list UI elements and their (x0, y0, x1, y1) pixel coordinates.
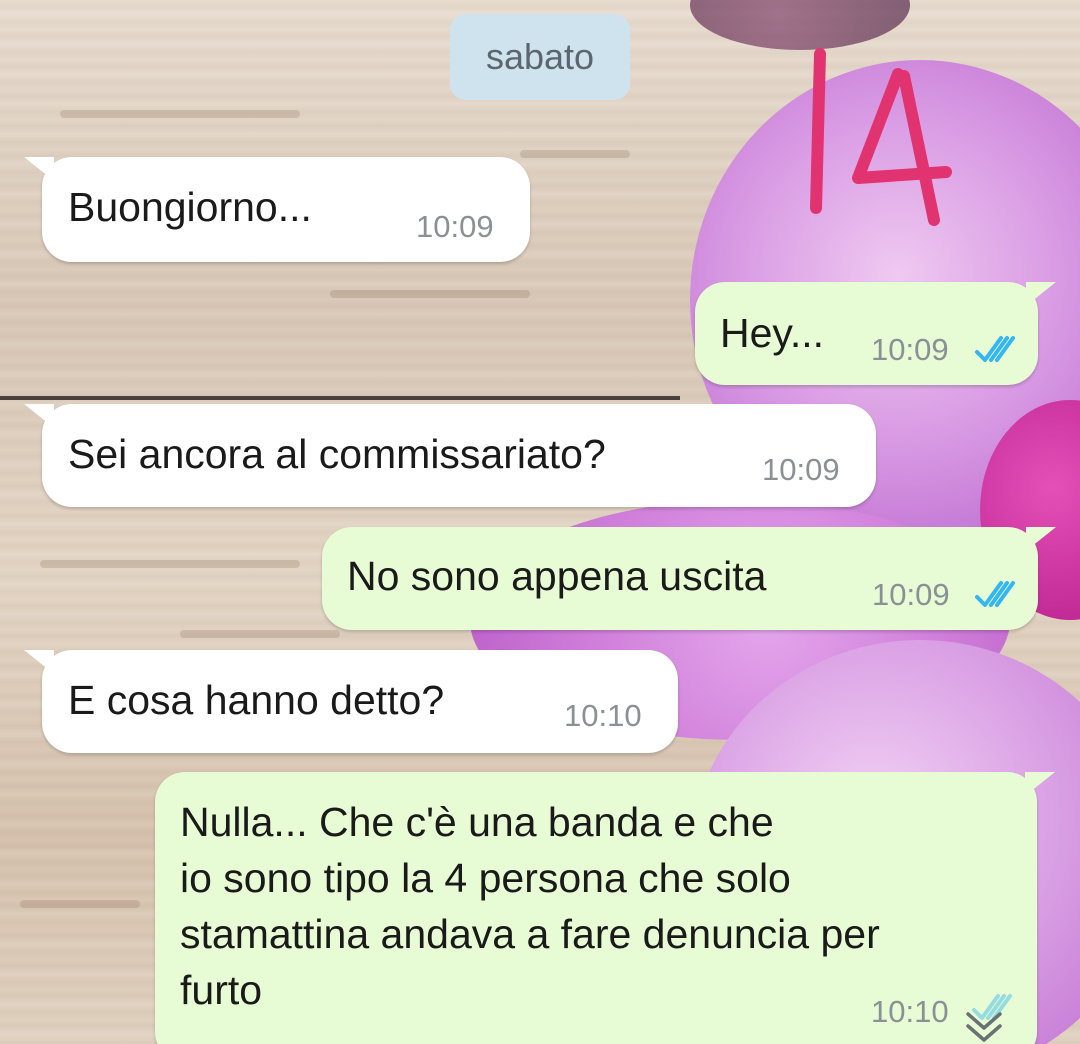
outgoing-message-bubble[interactable]: Hey... 10:09 (695, 282, 1056, 385)
wood-grain (60, 110, 300, 118)
incoming-message-bubble[interactable]: E cosa hanno detto? 10:10 (24, 650, 678, 753)
message-time: 10:10 (871, 994, 949, 1029)
message-line: io sono tipo la 4 persona che solo (180, 855, 791, 901)
bubble-tail (24, 157, 54, 181)
message-time: 10:09 (762, 452, 840, 487)
wood-grain (20, 900, 140, 908)
bubble-tail (24, 404, 54, 428)
wood-grain (330, 290, 530, 298)
message-text: Buongiorno... (68, 184, 312, 230)
message-time: 10:09 (416, 209, 494, 244)
message-time: 10:09 (871, 332, 949, 367)
bubble-tail (24, 650, 54, 674)
outgoing-message-bubble[interactable]: Nulla... Che c'è una banda e che io sono… (155, 772, 1055, 1044)
bubble-tail (1026, 527, 1056, 551)
message-text: Sei ancora al commissariato? (68, 431, 606, 477)
handwritten-number-overlay (810, 48, 952, 226)
wood-plank-seam (0, 396, 680, 400)
wood-grain (180, 630, 340, 638)
date-label: sabato (485, 36, 595, 77)
message-time: 10:09 (872, 577, 950, 612)
read-receipt-double-check-icon (975, 581, 1015, 607)
scroll-to-bottom-icon[interactable] (962, 1010, 1006, 1044)
message-text: Nulla... Che c'è una banda e che io sono… (180, 794, 880, 1018)
incoming-message-bubble[interactable]: Buongiorno... 10:09 (24, 157, 530, 262)
wood-grain (40, 560, 300, 568)
read-receipt-double-check-icon (975, 336, 1015, 362)
message-text: No sono appena uscita (347, 553, 767, 599)
bubble-tail (1026, 282, 1056, 306)
outgoing-message-bubble[interactable]: No sono appena uscita 10:09 (322, 527, 1056, 630)
message-text: E cosa hanno detto? (68, 677, 445, 723)
message-time: 10:10 (564, 698, 642, 733)
message-line: Nulla... Che c'è una banda e che (180, 799, 774, 845)
chat-wallpaper: sabato Buongiorno... 10:09 Hey... 10:09 … (0, 0, 1080, 1044)
message-text: Hey... (720, 310, 825, 356)
date-separator: sabato (450, 14, 630, 100)
bubble-tail (1025, 772, 1055, 796)
wood-grain (520, 150, 630, 158)
message-line: furto (180, 967, 263, 1013)
message-line: stamattina andava a fare denuncia per (180, 911, 880, 957)
incoming-message-bubble[interactable]: Sei ancora al commissariato? 10:09 (24, 404, 876, 507)
